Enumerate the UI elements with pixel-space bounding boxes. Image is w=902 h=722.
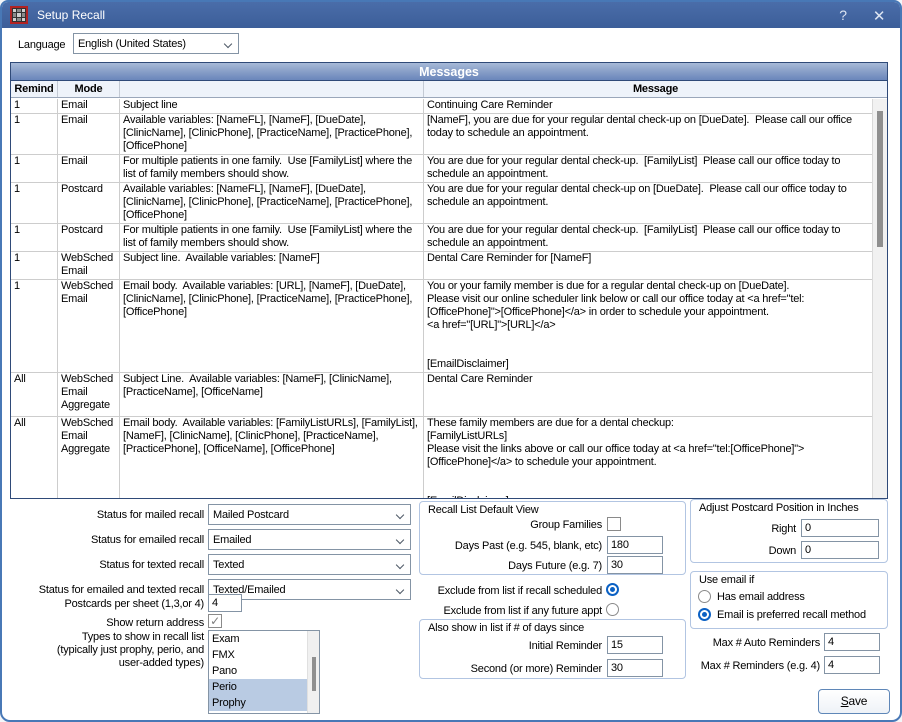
close-button[interactable]: ✕ bbox=[864, 7, 894, 25]
group-families-checkbox[interactable] bbox=[607, 517, 621, 531]
also-show-title: Also show in list if # of days since bbox=[428, 622, 584, 635]
messages-table-title: Messages bbox=[11, 63, 887, 81]
types-listbox-scrollbar[interactable] bbox=[307, 631, 319, 713]
max-reminders-label: Max # Reminders (e.g. 4) bbox=[642, 660, 820, 673]
column-header-remind: Remind bbox=[11, 81, 58, 97]
table-row[interactable]: 1 WebSched Email Email body. Available v… bbox=[11, 280, 872, 373]
column-header-mode: Mode bbox=[58, 81, 120, 97]
table-row[interactable]: 1 Postcard Available variables: [NameFL]… bbox=[11, 183, 872, 224]
chevron-down-icon bbox=[396, 561, 404, 569]
max-auto-reminders-input[interactable] bbox=[824, 633, 880, 651]
exclude-recall-scheduled-label: Exclude from list if recall scheduled bbox=[432, 585, 602, 598]
table-row[interactable]: All WebSched Email Aggregate Subject Lin… bbox=[11, 373, 872, 417]
types-listbox: Exam FMX Pano Perio Prophy bbox=[208, 630, 320, 714]
table-row[interactable]: 1 Email Available variables: [NameFL], [… bbox=[11, 114, 872, 155]
exclude-future-appt-label: Exclude from list if any future appt bbox=[432, 605, 602, 618]
chevron-down-icon bbox=[396, 586, 404, 594]
status-both-label: Status for emailed and texted recall bbox=[10, 584, 204, 597]
initial-reminder-label: Initial Reminder bbox=[432, 640, 602, 653]
status-emailed-combo[interactable]: Emailed bbox=[208, 529, 411, 550]
show-return-address-label: Show return address bbox=[10, 617, 204, 630]
help-button[interactable]: ? bbox=[828, 7, 858, 23]
table-row[interactable]: 1 WebSched Email Subject line. Available… bbox=[11, 252, 872, 280]
language-label: Language bbox=[18, 39, 65, 52]
max-auto-reminders-label: Max # Auto Reminders bbox=[642, 637, 820, 650]
days-past-label: Days Past (e.g. 545, blank, etc) bbox=[432, 540, 602, 553]
has-email-address-label: Has email address bbox=[717, 591, 805, 604]
setup-recall-dialog: Setup Recall ? ✕ Language English (Unite… bbox=[0, 0, 902, 722]
has-email-address-radio[interactable] bbox=[698, 590, 711, 603]
adjust-postcard-title: Adjust Postcard Position in Inches bbox=[699, 502, 859, 515]
language-combo[interactable]: English (United States) bbox=[73, 33, 239, 54]
column-header-desc bbox=[120, 81, 424, 97]
max-reminders-input[interactable] bbox=[824, 656, 880, 674]
recall-list-default-view-title: Recall List Default View bbox=[428, 504, 539, 517]
chevron-down-icon bbox=[396, 536, 404, 544]
second-reminder-label: Second (or more) Reminder bbox=[432, 663, 602, 676]
group-families-label: Group Families bbox=[432, 519, 602, 532]
status-mailed-label: Status for mailed recall bbox=[10, 509, 204, 522]
table-row[interactable]: 1 Email Subject line Continuing Care Rem… bbox=[11, 99, 872, 114]
messages-table-body: 1 Email Subject line Continuing Care Rem… bbox=[11, 99, 887, 498]
window-title: Setup Recall bbox=[37, 8, 105, 22]
status-texted-combo[interactable]: Texted bbox=[208, 554, 411, 575]
chevron-down-icon bbox=[396, 511, 404, 519]
list-item-perio[interactable]: Perio bbox=[209, 679, 319, 695]
types-label-line3: user-added types) bbox=[10, 657, 204, 670]
postcard-down-input[interactable] bbox=[801, 541, 879, 559]
messages-table-header: Remind Mode Message bbox=[11, 81, 887, 98]
language-combo-value: English (United States) bbox=[78, 38, 186, 50]
types-label-line1: Types to show in recall list bbox=[10, 631, 204, 644]
save-button[interactable]: Save bbox=[818, 689, 890, 714]
status-texted-label: Status for texted recall bbox=[10, 559, 204, 572]
list-item-exam[interactable]: Exam bbox=[209, 631, 319, 647]
column-header-message: Message bbox=[424, 81, 887, 97]
title-bar: Setup Recall ? ✕ bbox=[2, 2, 900, 28]
app-icon bbox=[10, 6, 28, 24]
table-row[interactable]: 1 Email For multiple patients in one fam… bbox=[11, 155, 872, 183]
postcard-right-input[interactable] bbox=[801, 519, 879, 537]
email-preferred-label: Email is preferred recall method bbox=[717, 609, 866, 622]
table-row[interactable]: 1 Postcard For multiple patients in one … bbox=[11, 224, 872, 252]
list-item-pano[interactable]: Pano bbox=[209, 663, 319, 679]
days-future-label: Days Future (e.g. 7) bbox=[432, 560, 602, 573]
list-item-fmx[interactable]: FMX bbox=[209, 647, 319, 663]
table-scrollbar[interactable] bbox=[872, 99, 887, 498]
email-preferred-radio[interactable] bbox=[698, 608, 711, 621]
days-future-input[interactable] bbox=[607, 556, 663, 574]
exclude-future-appt-radio[interactable] bbox=[606, 603, 619, 616]
exclude-recall-scheduled-radio[interactable] bbox=[606, 583, 619, 596]
postcards-per-sheet-input[interactable] bbox=[208, 594, 242, 612]
use-email-if-title: Use email if bbox=[699, 574, 754, 587]
list-item-prophy[interactable]: Prophy bbox=[209, 695, 319, 711]
table-row[interactable]: All WebSched Email Aggregate Email body.… bbox=[11, 417, 872, 498]
postcard-right-label: Right bbox=[702, 523, 796, 536]
postcard-down-label: Down bbox=[702, 545, 796, 558]
postcards-per-sheet-label: Postcards per sheet (1,3,or 4) bbox=[10, 598, 204, 611]
check-icon: ✓ bbox=[210, 614, 220, 628]
status-emailed-label: Status for emailed recall bbox=[10, 534, 204, 547]
show-return-address-checkbox[interactable]: ✓ bbox=[208, 614, 222, 628]
types-label-line2: (typically just prophy, perio, and bbox=[10, 644, 204, 657]
days-past-input[interactable] bbox=[607, 536, 663, 554]
messages-table: Messages Remind Mode Message 1 Email Sub… bbox=[10, 62, 888, 499]
types-listbox-scrollbar-thumb[interactable] bbox=[312, 657, 316, 691]
status-mailed-combo[interactable]: Mailed Postcard bbox=[208, 504, 411, 525]
chevron-down-icon bbox=[224, 40, 232, 48]
table-scrollbar-thumb[interactable] bbox=[877, 111, 883, 247]
